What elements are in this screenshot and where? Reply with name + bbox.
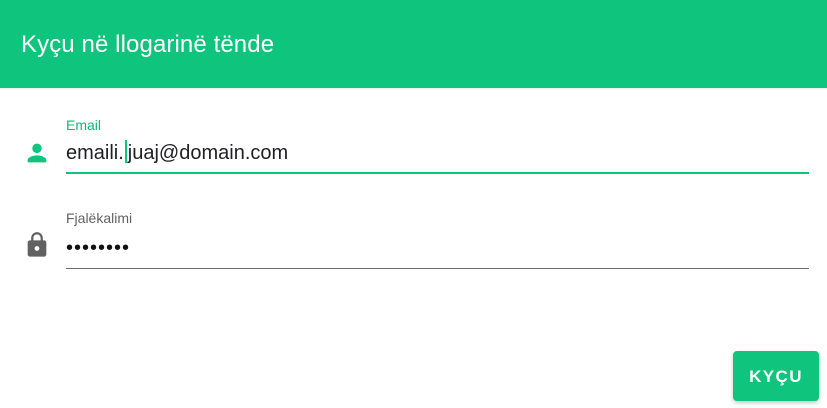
password-input[interactable]: •••••••• — [66, 236, 130, 260]
dialog-header: Kyçu në llogarinë tënde — [0, 0, 827, 88]
dialog-title: Kyçu në llogarinë tënde — [21, 31, 275, 58]
person-icon — [23, 139, 51, 167]
login-button[interactable]: KYÇU — [733, 351, 819, 401]
email-label: Email — [66, 117, 102, 133]
email-input[interactable]: emaili. juaj@domain.com — [66, 140, 288, 165]
lock-icon — [23, 231, 51, 259]
login-dialog: Kyçu në llogarinë tënde Email emaili. jua… — [0, 0, 827, 408]
email-underline — [66, 172, 809, 174]
password-label: Fjalëkalimi — [66, 210, 133, 226]
text-caret — [124, 140, 127, 163]
email-value-after-caret: juaj@domain.com — [127, 142, 289, 164]
password-underline — [66, 268, 809, 269]
email-value-before-caret: emaili. — [66, 142, 124, 164]
